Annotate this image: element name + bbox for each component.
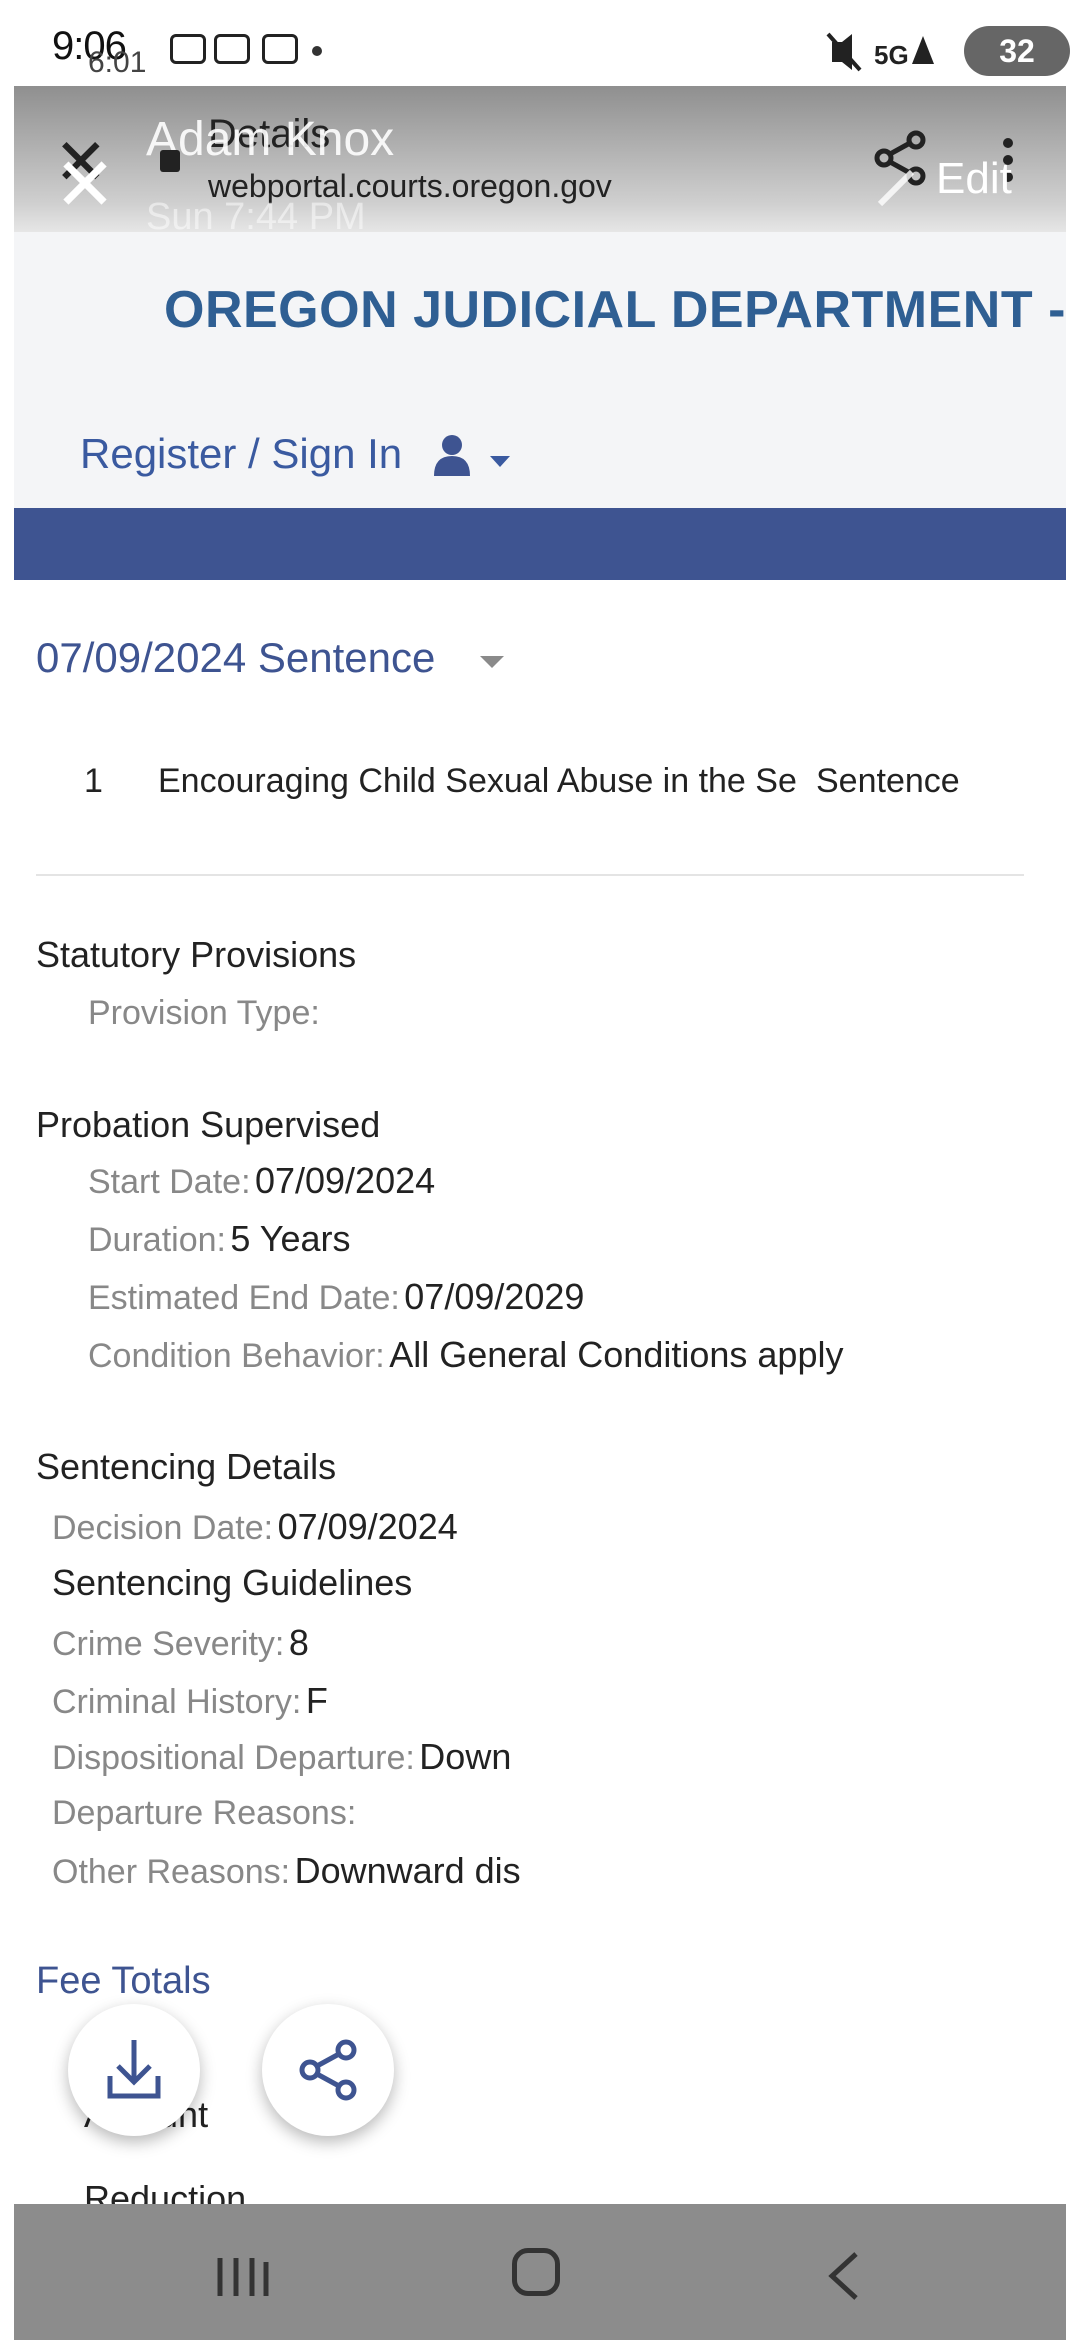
condition-row: Condition Behavior: All General Conditio… <box>88 1334 843 1376</box>
sentencing-details-title: Sentencing Details <box>36 1446 337 1487</box>
probation-title: Probation Supervised <box>36 1104 381 1145</box>
sentence-heading[interactable]: 07/09/2024 Sentence <box>36 634 435 682</box>
download-icon <box>107 2040 161 2099</box>
crime-severity-value: 8 <box>288 1622 309 1663</box>
dispositional-row: Dispositional Departure: Down <box>52 1736 511 1778</box>
start-date-value: 07/09/2024 <box>254 1160 436 1201</box>
other-reasons-row: Other Reasons: Downward dis <box>52 1850 556 1892</box>
divider <box>36 874 1024 876</box>
site-title[interactable]: OREGON JUDICIAL DEPARTMENT - <box>164 280 1066 340</box>
chevron-down-icon[interactable] <box>490 456 510 467</box>
criminal-history-label: Criminal History: <box>52 1683 302 1721</box>
decision-date-label: Decision Date: <box>52 1509 274 1547</box>
user-icon[interactable] <box>432 434 472 476</box>
duration-row: Duration: 5 Years <box>88 1218 351 1260</box>
other-reasons-value: Downward dis <box>294 1850 521 1891</box>
share-button[interactable] <box>262 2004 394 2136</box>
condition-label: Condition Behavior: <box>88 1337 385 1375</box>
duration-value: 5 Years <box>230 1218 351 1259</box>
decision-date-value: 07/09/2024 <box>277 1506 458 1547</box>
crime-severity-label: Crime Severity: <box>52 1625 285 1663</box>
condition-value: All General Conditions apply <box>389 1334 844 1375</box>
svg-text:5G: 5G <box>874 40 909 70</box>
back-icon[interactable] <box>826 2250 862 2302</box>
airplane-icon <box>912 36 934 64</box>
edit-pen-icon[interactable] <box>872 160 924 212</box>
end-date-value: 07/09/2029 <box>404 1276 585 1317</box>
departure-reasons-row: Departure Reasons: <box>52 1794 356 1833</box>
edit-button[interactable]: Edit <box>936 154 1012 204</box>
start-date-row: Start Date: 07/09/2024 <box>88 1160 435 1202</box>
close-viewer-icon[interactable]: ✕ <box>54 148 116 222</box>
duration-label: Duration: <box>88 1221 226 1259</box>
statutory-provisions-title: Statutory Provisions <box>36 934 357 975</box>
gallery-icon <box>262 34 298 64</box>
status-time-overlay: 6:01 <box>88 46 147 79</box>
register-sign-in-link[interactable]: Register / Sign In <box>80 430 402 478</box>
screenshot-icon <box>170 34 206 64</box>
fee-totals-link[interactable]: Fee Totals <box>36 1960 211 2003</box>
nav-band <box>14 508 1066 580</box>
decision-date-row: Decision Date: 07/09/2024 <box>52 1506 458 1548</box>
battery-indicator: 32 <box>964 26 1070 76</box>
camera-icon <box>214 34 250 64</box>
system-status-icons: 5G <box>826 32 934 72</box>
end-date-label: Estimated End Date: <box>88 1279 400 1317</box>
charge-description: Encouraging Child Sexual Abuse in the Se <box>158 762 797 800</box>
end-date-row: Estimated End Date: 07/09/2029 <box>88 1276 584 1318</box>
other-reasons-label: Other Reasons: <box>52 1853 291 1891</box>
home-icon[interactable] <box>512 2248 560 2296</box>
criminal-history-value: F <box>305 1680 328 1721</box>
share-icon <box>299 2039 357 2101</box>
lock-icon <box>160 150 180 172</box>
provision-type-label: Provision Type: <box>88 994 320 1032</box>
recents-icon[interactable] <box>214 2252 270 2302</box>
sentencing-guidelines-title: Sentencing Guidelines <box>52 1562 413 1603</box>
dispositional-value: Down <box>419 1736 512 1777</box>
dispositional-label: Dispositional Departure: <box>52 1739 415 1777</box>
download-button[interactable] <box>68 2004 200 2136</box>
notification-dot-icon <box>312 46 322 56</box>
sender-name: Adam Knox <box>146 113 395 166</box>
charge-number: 1 <box>84 762 103 800</box>
chevron-down-icon[interactable] <box>480 656 504 668</box>
start-date-label: Start Date: <box>88 1163 251 1201</box>
crime-severity-row: Crime Severity: 8 <box>52 1622 309 1664</box>
departure-reasons-label: Departure Reasons: <box>52 1794 357 1832</box>
criminal-history-row: Criminal History: F <box>52 1680 328 1722</box>
charge-disposition: Sentence <box>816 762 960 800</box>
